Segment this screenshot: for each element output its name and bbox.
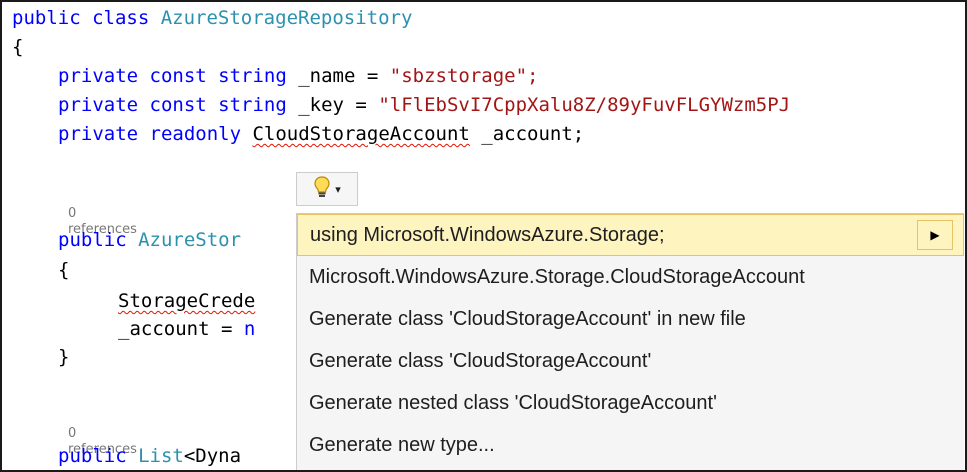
method-line: public List<Dyna [58,445,242,467]
class-declaration-line: public class AzureStorageRepository [12,4,412,32]
constructor-line: public AzureStor [58,229,242,251]
field-account-line: private readonly CloudStorageAccount _ac… [58,123,585,145]
field-name-line: private const string _name = "sbzstorage… [58,65,539,87]
ctor-line-2: _account = n [118,318,256,340]
quick-action-generate-class-new-file[interactable]: Generate class 'CloudStorageAccount' in … [297,298,964,340]
submenu-arrow-icon[interactable]: ▶ [917,220,953,250]
chevron-down-icon: ▾ [335,182,341,196]
quick-actions-menu: using Microsoft.WindowsAzure.Storage; ▶ … [296,213,964,470]
code-editor[interactable]: public class AzureStorageRepository { pr… [0,0,967,472]
class-keywords: public class [12,7,150,29]
error-type-reference[interactable]: CloudStorageAccount [252,123,469,145]
ctor-line-1: StorageCrede [118,290,256,312]
ctor-open-brace: { [58,259,70,281]
quick-action-generate-class[interactable]: Generate class 'CloudStorageAccount' [297,340,964,382]
codelens-references[interactable]: 0 references [68,426,137,457]
quick-action-fully-qualify[interactable]: Microsoft.WindowsAzure.Storage.CloudStor… [297,256,964,298]
class-name: AzureStorageRepository [160,7,413,29]
lightbulb-icon [313,175,331,204]
quick-action-generate-new-type[interactable]: Generate new type... [297,424,964,466]
quick-action-using-directive[interactable]: using Microsoft.WindowsAzure.Storage; ▶ [297,214,964,256]
quick-action-generate-nested-class[interactable]: Generate nested class 'CloudStorageAccou… [297,382,964,424]
quick-actions-lightbulb-button[interactable]: ▾ [296,172,358,206]
codelens-references[interactable]: 0 references [68,206,137,237]
ctor-close-brace: } [58,346,70,368]
field-key-line: private const string _key = "lFlEbSvI7Cp… [58,94,791,116]
open-brace: { [12,36,24,58]
